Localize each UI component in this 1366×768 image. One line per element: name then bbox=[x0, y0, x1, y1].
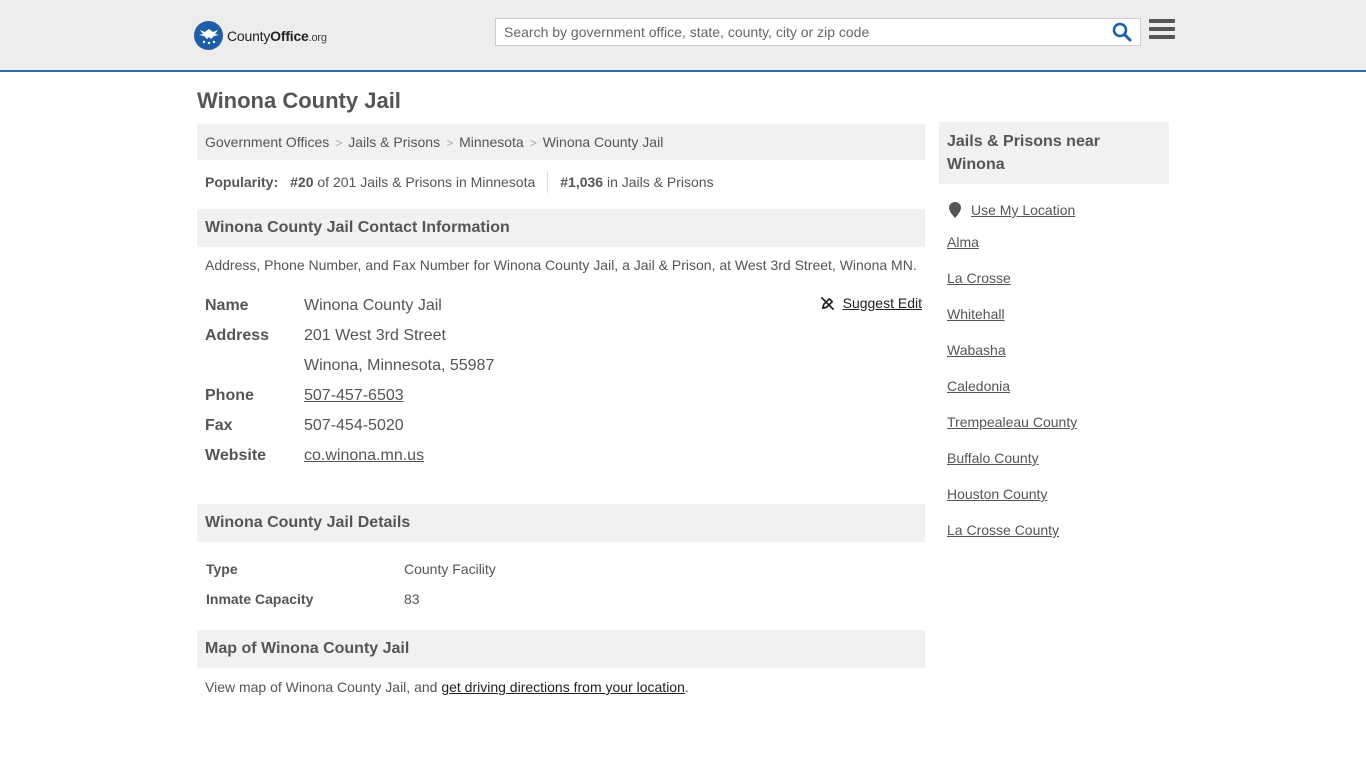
map-pin-icon bbox=[949, 202, 961, 218]
state-rank-text: of 201 Jails & Prisons in Minnesota bbox=[317, 174, 536, 190]
details-row: Inmate Capacity 83 bbox=[197, 584, 925, 614]
capacity-label: Inmate Capacity bbox=[206, 591, 314, 607]
site-header: CountyOffice.org bbox=[0, 0, 1366, 72]
nearby-link-whitehall[interactable]: Whitehall bbox=[939, 306, 1169, 342]
site-logo[interactable]: CountyOffice.org bbox=[194, 21, 327, 50]
type-value: County Facility bbox=[404, 561, 496, 577]
search-button[interactable] bbox=[1112, 22, 1134, 42]
page-title: Winona County Jail bbox=[197, 88, 401, 113]
name-value: Winona County Jail bbox=[304, 297, 442, 314]
phone-link[interactable]: 507-457-6503 bbox=[304, 387, 404, 405]
contact-row-phone: Phone 507-457-6503 bbox=[197, 381, 925, 411]
national-rank-text: in Jails & Prisons bbox=[606, 174, 714, 190]
breadcrumb-separator-icon: > bbox=[335, 136, 343, 150]
search-input[interactable] bbox=[496, 19, 1106, 45]
fax-value: 507-454-5020 bbox=[304, 417, 404, 434]
national-rank: #1,036 bbox=[560, 174, 604, 190]
main-content: Government Offices > Jails & Prisons > Minne… bbox=[197, 124, 925, 695]
name-label: Name bbox=[205, 297, 249, 314]
sidebar: Jails & Prisons near Winona Use My Locat… bbox=[939, 122, 1169, 558]
details-section-heading: Winona County Jail Details bbox=[197, 504, 925, 542]
nearby-link-houston-county[interactable]: Houston County bbox=[939, 486, 1169, 522]
nearby-link-buffalo-county[interactable]: Buffalo County bbox=[939, 450, 1169, 486]
nearby-link-la-crosse[interactable]: La Crosse bbox=[939, 270, 1169, 306]
breadcrumb-government-offices[interactable]: Government Offices bbox=[205, 134, 329, 150]
nearby-link-wabasha[interactable]: Wabasha bbox=[939, 342, 1169, 378]
contact-row-address-2: Winona, Minnesota, 55987 bbox=[197, 351, 925, 381]
nearby-link-alma[interactable]: Alma bbox=[939, 234, 1169, 270]
contact-row-address: Address 201 West 3rd Street bbox=[197, 321, 925, 351]
contact-section-heading: Winona County Jail Contact Information bbox=[197, 209, 925, 247]
nearby-link-la-crosse-county[interactable]: La Crosse County bbox=[939, 522, 1169, 558]
contact-table: Suggest Edit Name Winona County Jail Add… bbox=[197, 291, 925, 471]
fax-label: Fax bbox=[205, 417, 233, 434]
contact-row-website: Website co.winona.mn.us bbox=[197, 441, 925, 471]
breadcrumb-minnesota[interactable]: Minnesota bbox=[459, 134, 524, 150]
address-line2: Winona, Minnesota, 55987 bbox=[304, 357, 495, 374]
type-label: Type bbox=[206, 561, 238, 577]
address-line1: 201 West 3rd Street bbox=[304, 327, 446, 344]
phone-label: Phone bbox=[205, 387, 254, 404]
breadcrumb-current[interactable]: Winona County Jail bbox=[543, 134, 664, 150]
hamburger-menu-icon[interactable] bbox=[1149, 19, 1175, 43]
map-description: View map of Winona County Jail, and get … bbox=[205, 679, 689, 695]
details-row: Type County Facility bbox=[197, 554, 925, 584]
divider bbox=[547, 171, 549, 193]
sidebar-heading: Jails & Prisons near Winona bbox=[939, 122, 1169, 184]
contact-description: Address, Phone Number, and Fax Number fo… bbox=[205, 257, 917, 273]
search-icon bbox=[1112, 22, 1132, 42]
map-section-heading: Map of Winona County Jail bbox=[197, 630, 925, 668]
popularity-bar: Popularity: #20 of 201 Jails & Prisons i… bbox=[197, 171, 925, 193]
breadcrumb-separator-icon: > bbox=[446, 136, 454, 150]
nearby-links: Alma La Crosse Whitehall Wabasha Caledon… bbox=[939, 234, 1169, 558]
website-label: Website bbox=[205, 447, 267, 464]
address-label: Address bbox=[205, 327, 270, 344]
breadcrumb-separator-icon: > bbox=[529, 136, 537, 150]
breadcrumb-jails-prisons[interactable]: Jails & Prisons bbox=[348, 134, 440, 150]
breadcrumb: Government Offices > Jails & Prisons > Minne… bbox=[197, 124, 925, 160]
contact-row-name: Name Winona County Jail bbox=[197, 291, 925, 321]
driving-directions-link[interactable]: get driving directions from your locatio… bbox=[441, 679, 685, 695]
capacity-value: 83 bbox=[404, 591, 420, 607]
website-link[interactable]: co.winona.mn.us bbox=[304, 447, 424, 465]
contact-row-fax: Fax 507-454-5020 bbox=[197, 411, 925, 441]
nearby-link-caledonia[interactable]: Caledonia bbox=[939, 378, 1169, 414]
use-my-location[interactable]: Use My Location bbox=[939, 202, 1169, 218]
logo-wordmark: CountyOffice.org bbox=[227, 27, 327, 44]
nearby-link-trempealeau-county[interactable]: Trempealeau County bbox=[939, 414, 1169, 450]
use-my-location-link[interactable]: Use My Location bbox=[971, 202, 1075, 218]
search-bar bbox=[495, 18, 1141, 46]
popularity-label: Popularity: bbox=[205, 174, 279, 190]
state-rank: #20 bbox=[290, 174, 314, 190]
details-table: Type County Facility Inmate Capacity 83 bbox=[197, 554, 925, 614]
eagle-logo-icon bbox=[194, 21, 223, 50]
edit-off-icon bbox=[820, 296, 834, 310]
suggest-edit-link[interactable]: Suggest Edit bbox=[820, 295, 922, 311]
